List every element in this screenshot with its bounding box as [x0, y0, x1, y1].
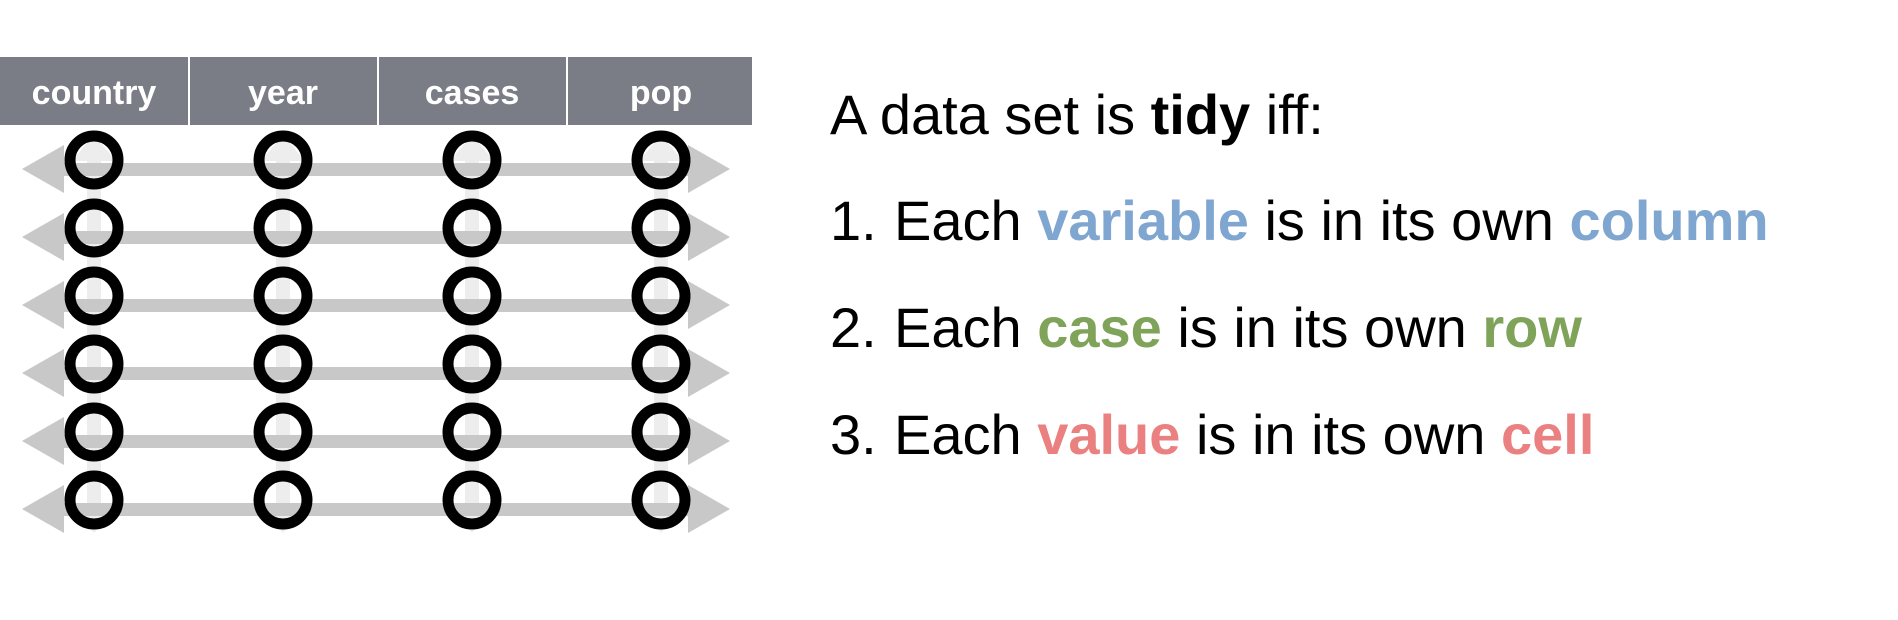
column-header-year: year [248, 74, 318, 112]
rule-middle: is in its own [1248, 189, 1570, 252]
row-arrow-head-right [688, 417, 730, 465]
row-arrow [22, 145, 730, 193]
rule-middle: is in its own [1161, 296, 1483, 359]
row-arrow-head-left [22, 485, 64, 533]
table-cells-layer [64, 130, 691, 530]
column-header-country: country [32, 74, 157, 112]
row-arrow [22, 349, 730, 397]
row-arrow [22, 281, 730, 329]
column-arrows-layer [72, 135, 683, 533]
row-arrows-layer [22, 145, 730, 533]
row-arrow-head-left [22, 145, 64, 193]
header-divider [188, 57, 190, 125]
rule-middle: is in its own [1180, 403, 1501, 466]
header-divider [566, 57, 568, 125]
row-arrow-shaft [60, 231, 692, 244]
row-arrow-head-right [688, 485, 730, 533]
rule-keyword-column: column [1569, 189, 1769, 252]
row-arrow-head-right [688, 281, 730, 329]
row-arrow-head-left [22, 281, 64, 329]
column-header-pop: pop [630, 74, 692, 112]
rule-number: 1. [830, 189, 877, 252]
rule-lead: Each [894, 403, 1038, 466]
tidy-table-diagram: country year cases pop [0, 55, 752, 535]
headline-emphasis: tidy [1150, 83, 1251, 146]
table-header-bar: country year cases pop [0, 57, 752, 125]
rule-number: 2. [830, 296, 877, 359]
row-arrow-shaft [60, 435, 692, 448]
row-arrow-head-right [688, 213, 730, 261]
row-arrow-head-left [22, 417, 64, 465]
row-arrow-shaft [60, 367, 692, 380]
row-arrow-head-right [688, 349, 730, 397]
row-arrow-shaft [60, 299, 692, 312]
row-arrow-head-left [22, 349, 64, 397]
headline-suffix: iff: [1250, 83, 1324, 146]
column-header-cases: cases [425, 74, 520, 112]
tidy-rules-panel: A data set is tidy iff: 1. Each variable… [830, 82, 1890, 509]
rule-keyword-variable: variable [1037, 189, 1249, 252]
rule-variable-column: 1. Each variable is in its own column [830, 188, 1890, 254]
row-arrow-shaft [60, 163, 692, 176]
rule-case-row: 2. Each case is in its own row [830, 295, 1890, 361]
row-arrow [22, 213, 730, 261]
rule-lead: Each [894, 296, 1038, 359]
row-arrow-head-right [688, 145, 730, 193]
header-divider [377, 57, 379, 125]
rule-keyword-case: case [1037, 296, 1162, 359]
row-arrow-head-left [22, 213, 64, 261]
rule-keyword-cell: cell [1500, 403, 1595, 466]
row-arrow [22, 417, 730, 465]
row-arrow-shaft [60, 503, 692, 516]
rule-keyword-value: value [1037, 403, 1181, 466]
tidy-headline: A data set is tidy iff: [830, 82, 1890, 148]
rule-value-cell: 3. Each value is in its own cell [830, 402, 1890, 468]
row-arrow [22, 485, 730, 533]
tidy-table-svg: country year cases pop [0, 57, 752, 533]
rule-keyword-row: row [1482, 296, 1582, 359]
rule-lead: Each [894, 189, 1038, 252]
headline-prefix: A data set is [830, 83, 1151, 146]
rule-number: 3. [830, 403, 877, 466]
